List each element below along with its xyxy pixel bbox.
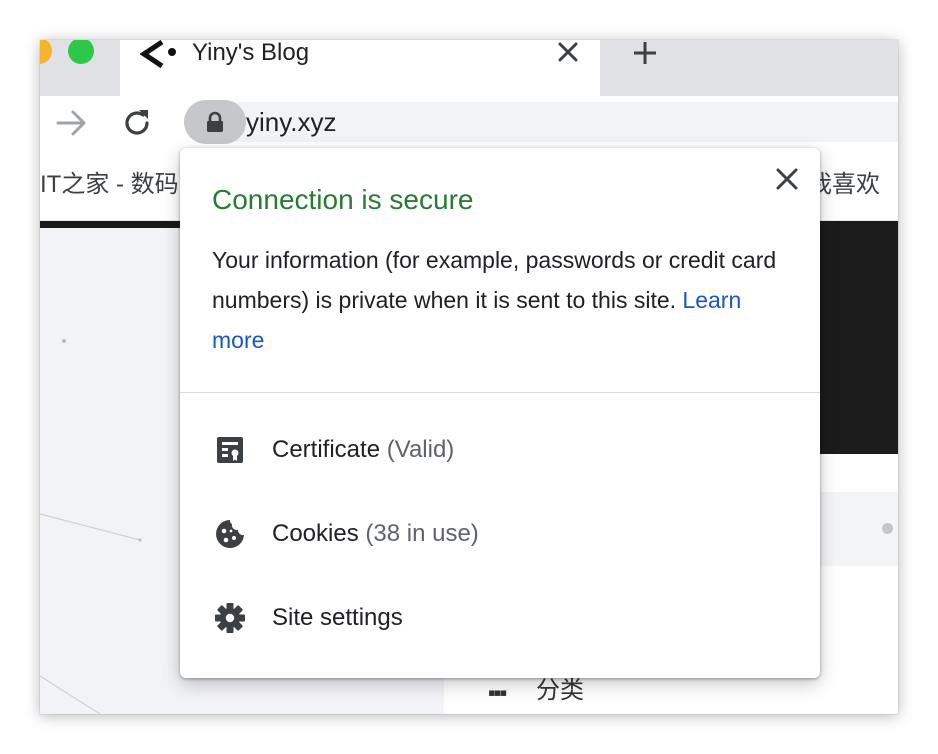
new-tab-icon[interactable]	[630, 40, 660, 66]
site-info-button[interactable]	[184, 100, 246, 144]
reload-icon[interactable]	[120, 106, 154, 140]
maximize-window-button[interactable]	[68, 40, 94, 64]
cookie-icon	[216, 520, 244, 548]
site-settings-label: Site settings	[272, 604, 403, 631]
connection-description: Your information (for example, passwords…	[212, 240, 796, 360]
site-info-popup: Connection is secure Your information (f…	[180, 148, 820, 678]
certificate-label-text: Certificate	[272, 436, 381, 463]
site-settings-row[interactable]: Site settings	[180, 584, 820, 654]
page-banner-image	[820, 222, 898, 454]
certificate-row[interactable]: Certificate (Valid)	[180, 416, 820, 486]
cookies-label: Cookies (38 in use)	[272, 520, 479, 548]
cookies-label-text: Cookies	[272, 520, 359, 547]
cookies-count: (38 in use)	[365, 520, 479, 547]
popup-divider	[180, 392, 820, 393]
lock-icon	[207, 111, 223, 132]
tab-active[interactable]: Yiny's Blog	[120, 40, 600, 96]
forward-icon[interactable]	[54, 108, 90, 138]
cookies-row[interactable]: Cookies (38 in use)	[180, 500, 820, 570]
connection-status-title: Connection is secure	[212, 184, 474, 215]
bookmark-item-ithome[interactable]: IT之家 - 数码	[40, 164, 179, 199]
certificate-label: Certificate (Valid)	[272, 436, 454, 464]
tab-title: Yiny's Blog	[192, 40, 310, 66]
page-menu-icon: ▪▪▪	[488, 680, 507, 705]
page-indicator-dot	[882, 523, 893, 534]
url-text[interactable]: yiny.xyz	[246, 102, 337, 142]
popup-close-icon[interactable]	[774, 166, 800, 192]
certificate-icon	[217, 437, 243, 463]
tab-strip: Yiny's Blog	[40, 40, 898, 96]
gear-icon	[215, 603, 245, 633]
minimize-window-button[interactable]	[40, 40, 52, 64]
tab-close-icon[interactable]	[554, 40, 582, 66]
certificate-status: (Valid)	[386, 436, 455, 463]
site-favicon-icon	[140, 40, 176, 69]
toolbar: yiny.xyz	[40, 96, 898, 150]
